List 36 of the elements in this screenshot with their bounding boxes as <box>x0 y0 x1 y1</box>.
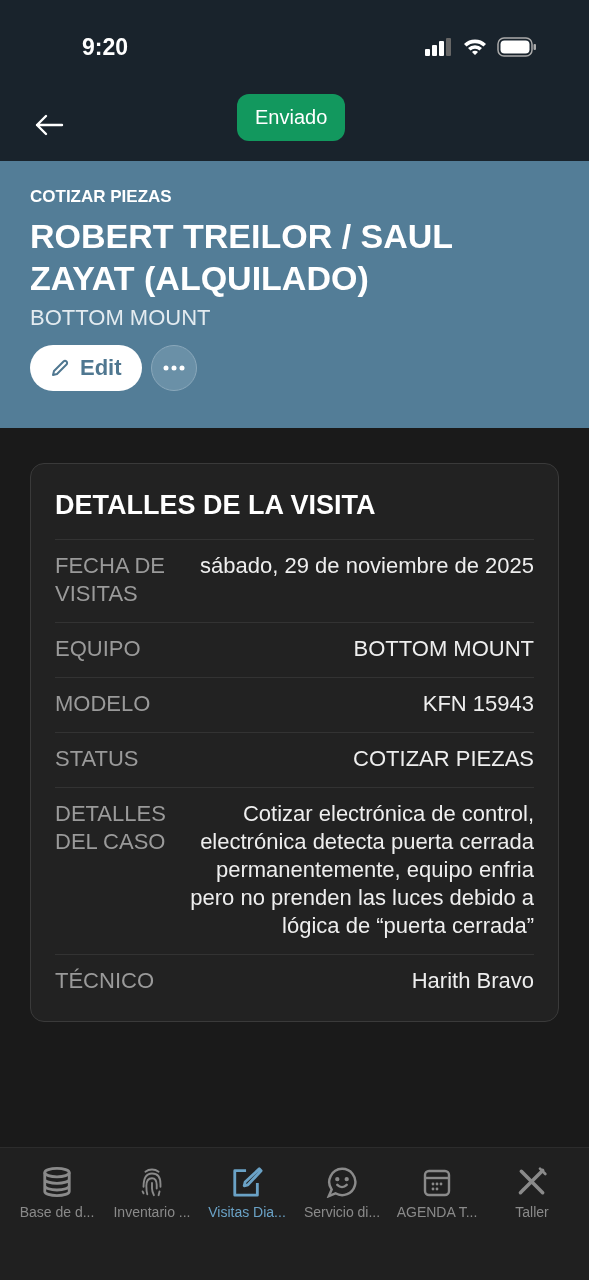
field-value: sábado, 29 de noviembre de 2025 <box>200 552 534 580</box>
back-arrow-icon <box>34 113 64 136</box>
tab-item[interactable]: Inventario ... <box>105 1166 199 1220</box>
field-label: EQUIPO <box>55 635 142 663</box>
card-title: DETALLES DE LA VISITA <box>55 490 377 521</box>
field-label: STATUS <box>55 745 140 773</box>
signal-icon <box>425 38 453 56</box>
field-label: MODELO <box>55 690 152 718</box>
page-title: ROBERT TREILOR / SAUL ZAYAT (ALQUILADO) <box>30 216 454 299</box>
tab-item[interactable]: Visitas Dia... <box>200 1166 294 1220</box>
field-value: Harith Bravo <box>411 967 534 995</box>
wifi-icon <box>463 38 487 56</box>
battery-icon <box>497 37 537 57</box>
edit-note-icon <box>230 1166 264 1198</box>
tab-item[interactable]: Base de d... <box>10 1166 104 1220</box>
more-icon <box>162 365 185 371</box>
database-icon <box>40 1166 74 1198</box>
more-button[interactable] <box>150 345 197 391</box>
field-label: DETALLES DEL CASO <box>55 800 167 856</box>
pencil-icon <box>50 358 70 378</box>
edit-button[interactable]: Edit <box>30 345 142 391</box>
field-value: BOTTOM MOUNT <box>353 635 534 663</box>
subtitle: BOTTOM MOUNT <box>30 305 212 331</box>
status-badge: Enviado <box>237 94 346 141</box>
field-value: COTIZAR PIEZAS <box>353 745 534 773</box>
chat-smile-icon <box>325 1166 359 1198</box>
calendar-icon <box>422 1168 452 1198</box>
tab-item[interactable]: Taller <box>485 1166 579 1220</box>
status-time: 9:20 <box>82 33 129 61</box>
tab-item[interactable]: Servicio di... <box>295 1166 389 1220</box>
category-label: COTIZAR PIEZAS <box>30 187 173 207</box>
field-label: FECHA DE VISITAS <box>55 552 167 608</box>
field-value: KFN 15943 <box>422 690 534 718</box>
tab-item[interactable]: AGENDA T... <box>390 1166 484 1220</box>
field-label: TÉCNICO <box>55 967 155 995</box>
field-value: Cotizar electrónica de control, electrónica detecta puerta cerrada permanentemente, equipo enfria pero no prenden las luces debido a lógica de “puerta cerrada” <box>189 800 534 940</box>
